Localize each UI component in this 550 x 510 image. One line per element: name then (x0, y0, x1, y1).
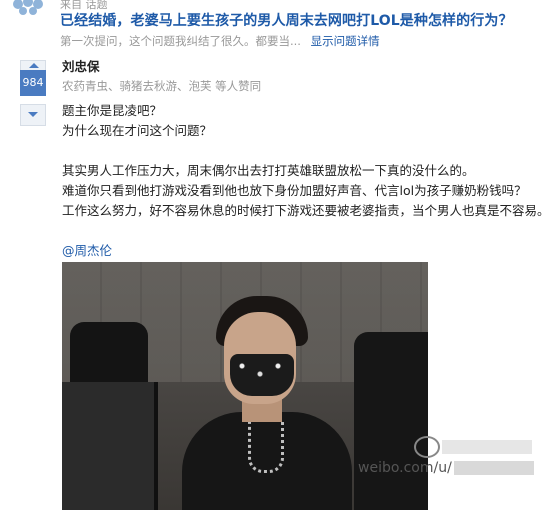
answer-line: 其实男人工作压力大，周末偶尔出去打打英雄联盟放松一下真的没什么的。 (62, 163, 475, 178)
answer-line: 难道你只看到他打游戏没看到他也放下身份加盟好声音、代言lol为孩子赚奶粉钱吗？ (62, 183, 527, 198)
answer-line: 工作这么努力，好不容易休息的时候打下游戏还要被老婆指责，当个男人也真是不容易。 (62, 203, 550, 218)
watermark-blurred-name (442, 440, 532, 454)
photo-chain (248, 420, 284, 473)
photo-monitor (62, 382, 158, 510)
voters-list[interactable]: 农药青虫、骑猪去秋游、泡芙 等人赞同 (62, 78, 261, 94)
photo-mask (230, 354, 294, 396)
vote-count[interactable]: 984 (20, 70, 46, 96)
question-title[interactable]: 已经结婚，老婆马上要生孩子的男人周末去网吧打LOL是种怎样的行为？ (60, 10, 513, 30)
question-excerpt: 第一次提问，这个问题我纠结了很久。都要当... 显示问题详情 (60, 33, 380, 49)
watermark-text: weibo.com/u/ (358, 460, 452, 476)
show-details-link[interactable]: 显示问题详情 (311, 34, 380, 48)
answer-line: 题主你是昆凌吧？ (62, 103, 163, 118)
watermark: weibo.com/u/ (358, 460, 534, 476)
downvote-arrow-icon[interactable] (20, 104, 46, 126)
answer-author[interactable]: 刘忠保 (62, 56, 100, 75)
user-mention-link[interactable]: @周杰伦 (62, 240, 112, 259)
answer-line: 为什么现在才问这个问题？ (62, 123, 213, 138)
upvote-arrow-icon[interactable] (20, 60, 46, 70)
photo-chair-right (354, 332, 428, 510)
weibo-icon (414, 436, 440, 458)
watermark-blurred-id (453, 461, 534, 475)
site-logo-icon[interactable] (8, 0, 48, 24)
question-header: 来自 话题 已经结婚，老婆马上要生孩子的男人周末去网吧打LOL是种怎样的行为？ … (0, 0, 550, 48)
vote-widget: 984 (20, 60, 46, 126)
question-excerpt-text: 第一次提问，这个问题我纠结了很久。都要当... (60, 34, 301, 48)
